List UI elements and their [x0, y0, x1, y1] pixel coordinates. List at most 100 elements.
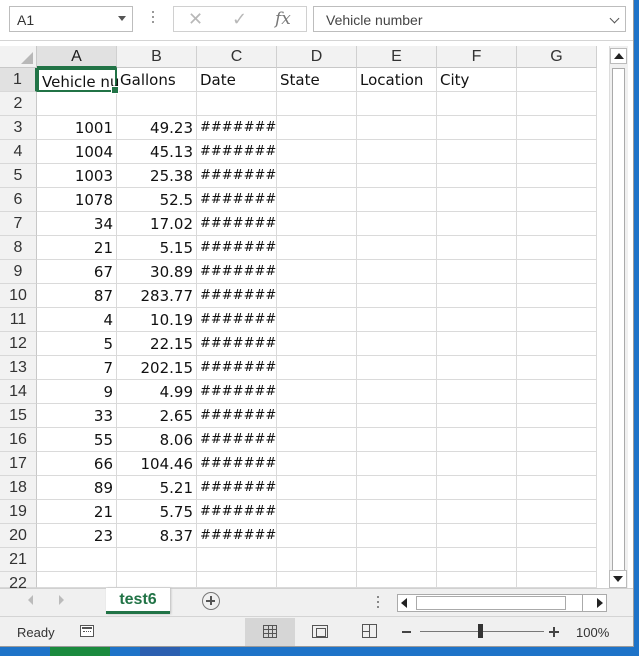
cell-c14[interactable]: ########: [197, 380, 277, 404]
column-header-f[interactable]: F: [437, 46, 517, 68]
cell-g7[interactable]: [517, 212, 597, 236]
cell-b19[interactable]: 5.75: [117, 500, 197, 524]
cell-c1[interactable]: Date: [197, 68, 277, 92]
cell-e7[interactable]: [357, 212, 437, 236]
cell-g5[interactable]: [517, 164, 597, 188]
cell-d7[interactable]: [277, 212, 357, 236]
cell-a19[interactable]: 21: [37, 500, 117, 524]
cell-f6[interactable]: [437, 188, 517, 212]
cell-f20[interactable]: [437, 524, 517, 548]
cell-a4[interactable]: 1004: [37, 140, 117, 164]
cell-a20[interactable]: 23: [37, 524, 117, 548]
cell-e10[interactable]: [357, 284, 437, 308]
cell-f15[interactable]: [437, 404, 517, 428]
cell-e17[interactable]: [357, 452, 437, 476]
cell-f19[interactable]: [437, 500, 517, 524]
page-break-icon[interactable]: [362, 624, 377, 638]
enter-icon[interactable]: ✓: [232, 9, 247, 30]
cell-a16[interactable]: 55: [37, 428, 117, 452]
row-header-19[interactable]: 19: [0, 500, 37, 524]
cell-b20[interactable]: 8.37: [117, 524, 197, 548]
cancel-icon[interactable]: ✕: [188, 9, 203, 30]
cell-e4[interactable]: [357, 140, 437, 164]
select-all-button[interactable]: [0, 46, 37, 68]
cell-g2[interactable]: [517, 92, 597, 116]
row-header-16[interactable]: 16: [0, 428, 37, 452]
horizontal-scrollbar[interactable]: [397, 594, 607, 612]
column-header-d[interactable]: D: [277, 46, 357, 68]
cell-g3[interactable]: [517, 116, 597, 140]
row-header-12[interactable]: 12: [0, 332, 37, 356]
cell-d6[interactable]: [277, 188, 357, 212]
row-header-14[interactable]: 14: [0, 380, 37, 404]
row-header-20[interactable]: 20: [0, 524, 37, 548]
cell-a2[interactable]: [37, 92, 117, 116]
row-header-10[interactable]: 10: [0, 284, 37, 308]
cell-g11[interactable]: [517, 308, 597, 332]
cell-c17[interactable]: ########: [197, 452, 277, 476]
formula-bar-resize-handle[interactable]: [152, 11, 155, 29]
cell-g9[interactable]: [517, 260, 597, 284]
row-header-18[interactable]: 18: [0, 476, 37, 500]
cell-f12[interactable]: [437, 332, 517, 356]
macro-record-icon[interactable]: [80, 625, 94, 637]
cell-e16[interactable]: [357, 428, 437, 452]
row-header-9[interactable]: 9: [0, 260, 37, 284]
cell-a15[interactable]: 33: [37, 404, 117, 428]
tab-split-handle[interactable]: [377, 596, 380, 612]
cell-b14[interactable]: 4.99: [117, 380, 197, 404]
column-header-g[interactable]: G: [517, 46, 597, 68]
cell-a7[interactable]: 34: [37, 212, 117, 236]
cell-e15[interactable]: [357, 404, 437, 428]
zoom-slider-thumb[interactable]: [478, 624, 483, 638]
cell-f1[interactable]: City: [437, 68, 517, 92]
function-icon[interactable]: fx: [275, 9, 291, 29]
horizontal-scroll-thumb[interactable]: [416, 596, 566, 610]
cell-a3[interactable]: 1001: [37, 116, 117, 140]
cell-f11[interactable]: [437, 308, 517, 332]
cell-c19[interactable]: ########: [197, 500, 277, 524]
cell-b2[interactable]: [117, 92, 197, 116]
row-header-4[interactable]: 4: [0, 140, 37, 164]
cell-g1[interactable]: [517, 68, 597, 92]
cell-c13[interactable]: ########: [197, 356, 277, 380]
cell-f22[interactable]: [437, 572, 517, 588]
cell-b4[interactable]: 45.13: [117, 140, 197, 164]
page-layout-icon[interactable]: [312, 625, 328, 638]
cell-g10[interactable]: [517, 284, 597, 308]
cell-c22[interactable]: [197, 572, 277, 588]
cell-d3[interactable]: [277, 116, 357, 140]
fill-handle[interactable]: [111, 86, 119, 94]
row-header-21[interactable]: 21: [0, 548, 37, 572]
zoom-level[interactable]: 100%: [576, 625, 609, 640]
cell-e5[interactable]: [357, 164, 437, 188]
cell-c4[interactable]: ########: [197, 140, 277, 164]
column-header-e[interactable]: E: [357, 46, 437, 68]
cell-b7[interactable]: 17.02: [117, 212, 197, 236]
cell-a10[interactable]: 87: [37, 284, 117, 308]
cell-g18[interactable]: [517, 476, 597, 500]
cell-c15[interactable]: ########: [197, 404, 277, 428]
name-box[interactable]: A1: [9, 6, 133, 32]
cell-d9[interactable]: [277, 260, 357, 284]
cell-b5[interactable]: 25.38: [117, 164, 197, 188]
cell-g4[interactable]: [517, 140, 597, 164]
scroll-up-icon[interactable]: [610, 48, 627, 64]
cell-f14[interactable]: [437, 380, 517, 404]
cell-b15[interactable]: 2.65: [117, 404, 197, 428]
row-header-2[interactable]: 2: [0, 92, 37, 116]
cell-c3[interactable]: ########: [197, 116, 277, 140]
scroll-right-icon[interactable]: [597, 598, 603, 608]
cell-g12[interactable]: [517, 332, 597, 356]
cell-g21[interactable]: [517, 548, 597, 572]
row-header-3[interactable]: 3: [0, 116, 37, 140]
formula-expand-icon[interactable]: [609, 13, 620, 24]
cell-b11[interactable]: 10.19: [117, 308, 197, 332]
cell-d21[interactable]: [277, 548, 357, 572]
cell-g14[interactable]: [517, 380, 597, 404]
row-header-17[interactable]: 17: [0, 452, 37, 476]
cell-f3[interactable]: [437, 116, 517, 140]
cell-e20[interactable]: [357, 524, 437, 548]
cell-c20[interactable]: ########: [197, 524, 277, 548]
cell-a21[interactable]: [37, 548, 117, 572]
